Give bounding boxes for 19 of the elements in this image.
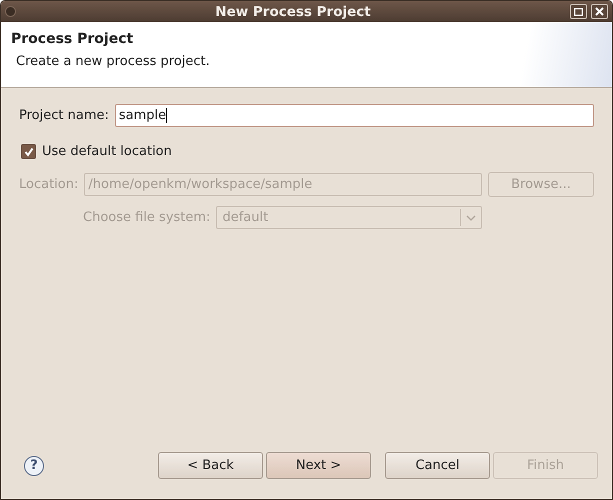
close-icon [595,7,604,16]
dialog-button[interactable]: < Back [158,452,263,479]
field-label: Choose file system: [83,210,210,225]
field-label: Location: [19,177,78,192]
help-button[interactable]: ? [24,456,44,476]
maximize-icon [574,8,583,16]
checkbox[interactable] [21,144,36,159]
dialog-button[interactable]: Next > [266,452,371,479]
page-title: Process Project [11,31,134,47]
window-menu-icon[interactable] [5,6,16,17]
page-description: Create a new process project. [16,54,211,69]
dialog-button[interactable]: Cancel [385,452,490,479]
project-name-field[interactable]: sample [114,104,594,127]
window-title: New Process Project [214,4,372,20]
checkbox-label: Use default location [42,144,172,159]
maximize-button[interactable] [570,4,587,19]
close-button[interactable] [591,4,608,19]
field-label: Project name: [19,108,109,123]
caret-icon [466,214,476,220]
